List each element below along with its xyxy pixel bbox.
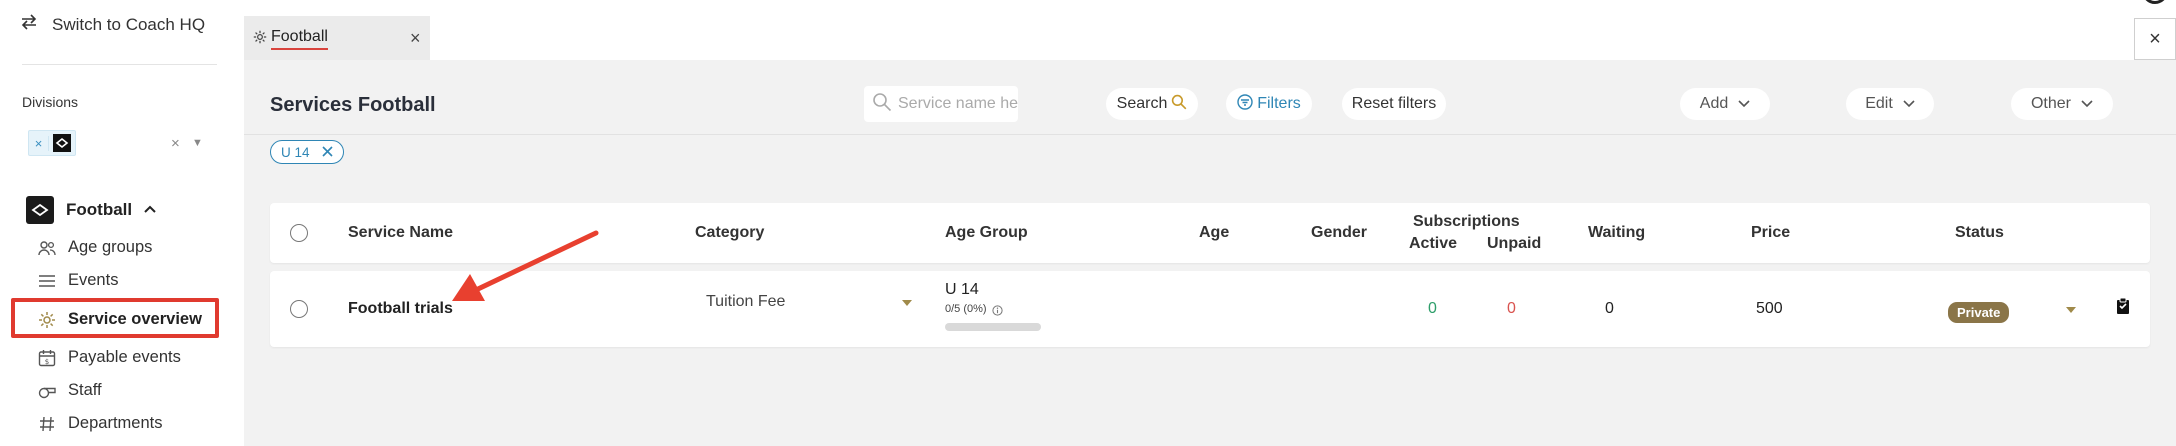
category-dropdown-caret-icon[interactable]: [902, 300, 912, 306]
chevron-up-icon: [144, 201, 156, 219]
header-price[interactable]: Price: [1751, 224, 1790, 242]
search-button[interactable]: Search: [1106, 88, 1198, 120]
capacity-progress-bar: [945, 323, 1041, 331]
remove-division-button[interactable]: ×: [29, 135, 49, 151]
sidebar-item-label: Payable events: [68, 348, 181, 366]
header-age-group[interactable]: Age Group: [945, 224, 1028, 242]
header-unpaid[interactable]: Unpaid: [1487, 235, 1541, 253]
sidebar-item-label: Staff: [68, 381, 102, 399]
header-service-name[interactable]: Service Name: [348, 224, 453, 242]
clear-divisions-button[interactable]: ×: [171, 135, 180, 152]
whistle-icon: [38, 382, 56, 400]
hash-icon: [38, 415, 56, 433]
sidebar: Switch to Coach HQ Divisions × × ▼ Footb…: [0, 0, 244, 446]
toolbar-divider: [244, 134, 2176, 135]
chevron-down-icon: [2081, 95, 2093, 113]
users-icon: [38, 239, 56, 257]
category-cell[interactable]: Tuition Fee: [706, 293, 785, 311]
sidebar-item-label: Departments: [68, 414, 163, 432]
table-header: Service Name Category Age Group Age Gend…: [270, 203, 2150, 263]
header-waiting[interactable]: Waiting: [1588, 224, 1645, 242]
edit-label: Edit: [1865, 95, 1893, 112]
status-dropdown-caret-icon[interactable]: [2066, 307, 2076, 313]
add-dropdown[interactable]: Add: [1680, 88, 1770, 120]
switch-to-coach-hq-link[interactable]: Switch to Coach HQ: [20, 14, 205, 35]
avatar[interactable]: [2142, 0, 2168, 4]
unpaid-count: 0: [1507, 300, 1516, 317]
chevron-down-icon: [1738, 95, 1750, 113]
filters-label: Filters: [1257, 95, 1301, 112]
search-icon: [1171, 94, 1187, 115]
waiting-count: 0: [1605, 300, 1614, 317]
sidebar-item-label: Events: [68, 271, 119, 289]
reset-filters-button[interactable]: Reset filters: [1342, 88, 1446, 120]
search-button-label: Search: [1116, 95, 1168, 112]
page-title: Services Football: [270, 94, 436, 116]
sidebar-item-payable-events[interactable]: $ Payable events: [38, 348, 181, 367]
main-content: Services Football Search Filters Reset f…: [244, 60, 2176, 446]
division-chip: ×: [28, 130, 76, 156]
search-input[interactable]: [898, 95, 1018, 113]
age-group-cell: U 14: [945, 281, 979, 298]
filter-chip-label: U 14: [281, 144, 310, 160]
football-logo-icon: [26, 196, 54, 224]
header-status[interactable]: Status: [1955, 224, 2004, 242]
header-age[interactable]: Age: [1199, 224, 1229, 242]
filter-icon: [1237, 93, 1253, 115]
club-logo-icon: [51, 133, 73, 153]
close-icon[interactable]: [321, 145, 333, 160]
sport-label: Football: [66, 200, 133, 219]
header-subscriptions: Subscriptions: [1413, 213, 1520, 230]
search-field[interactable]: [864, 86, 1018, 122]
select-all-radio[interactable]: [290, 224, 308, 242]
status-badge: Private: [1948, 302, 2010, 323]
info-icon[interactable]: [992, 303, 1003, 321]
divisions-dropdown-caret-icon[interactable]: ▼: [192, 137, 203, 149]
calendar-dollar-icon: $: [38, 349, 56, 367]
other-dropdown[interactable]: Other: [2011, 88, 2113, 120]
divider: [22, 64, 217, 65]
tab-bar: Football × ×: [244, 0, 2176, 60]
sidebar-item-label: Age groups: [68, 238, 153, 256]
close-panel-button[interactable]: ×: [2134, 18, 2176, 60]
tab-football[interactable]: Football ×: [244, 16, 430, 60]
filters-button[interactable]: Filters: [1226, 88, 1312, 120]
price-cell: 500: [1756, 300, 1783, 317]
header-gender[interactable]: Gender: [1311, 224, 1367, 242]
sport-section-toggle[interactable]: Football: [26, 196, 156, 224]
close-tab-button[interactable]: ×: [410, 28, 421, 49]
sidebar-item-events[interactable]: Events: [38, 271, 118, 290]
reset-filters-label: Reset filters: [1351, 95, 1437, 112]
sidebar-item-age-groups[interactable]: Age groups: [38, 238, 152, 257]
tab-label: Football: [271, 28, 328, 50]
sidebar-item-staff[interactable]: Staff: [38, 381, 102, 400]
chevron-down-icon: [1903, 95, 1915, 113]
active-count: 0: [1428, 300, 1437, 317]
search-icon: [872, 92, 892, 117]
divisions-label: Divisions: [22, 94, 79, 110]
gear-icon: [253, 30, 267, 49]
svg-text:$: $: [45, 358, 49, 366]
capacity-text: 0/5 (0%): [945, 303, 987, 315]
clipboard-icon[interactable]: [2115, 297, 2131, 320]
row-select-radio[interactable]: [290, 300, 308, 318]
active-item-highlight: [11, 298, 219, 338]
swap-arrows-icon: [20, 14, 38, 35]
sidebar-item-departments[interactable]: Departments: [38, 414, 162, 433]
active-filter-chip: U 14: [270, 140, 344, 164]
table-row[interactable]: Football trials Tuition Fee U 14 0/5 (0%…: [270, 271, 2150, 347]
service-name-cell[interactable]: Football trials: [348, 300, 453, 318]
header-active[interactable]: Active: [1409, 235, 1457, 253]
edit-dropdown[interactable]: Edit: [1846, 88, 1934, 120]
other-label: Other: [2030, 95, 2071, 112]
list-icon: [38, 272, 56, 290]
add-label: Add: [1699, 95, 1729, 112]
switch-label: Switch to Coach HQ: [52, 14, 206, 34]
header-category[interactable]: Category: [695, 224, 764, 242]
